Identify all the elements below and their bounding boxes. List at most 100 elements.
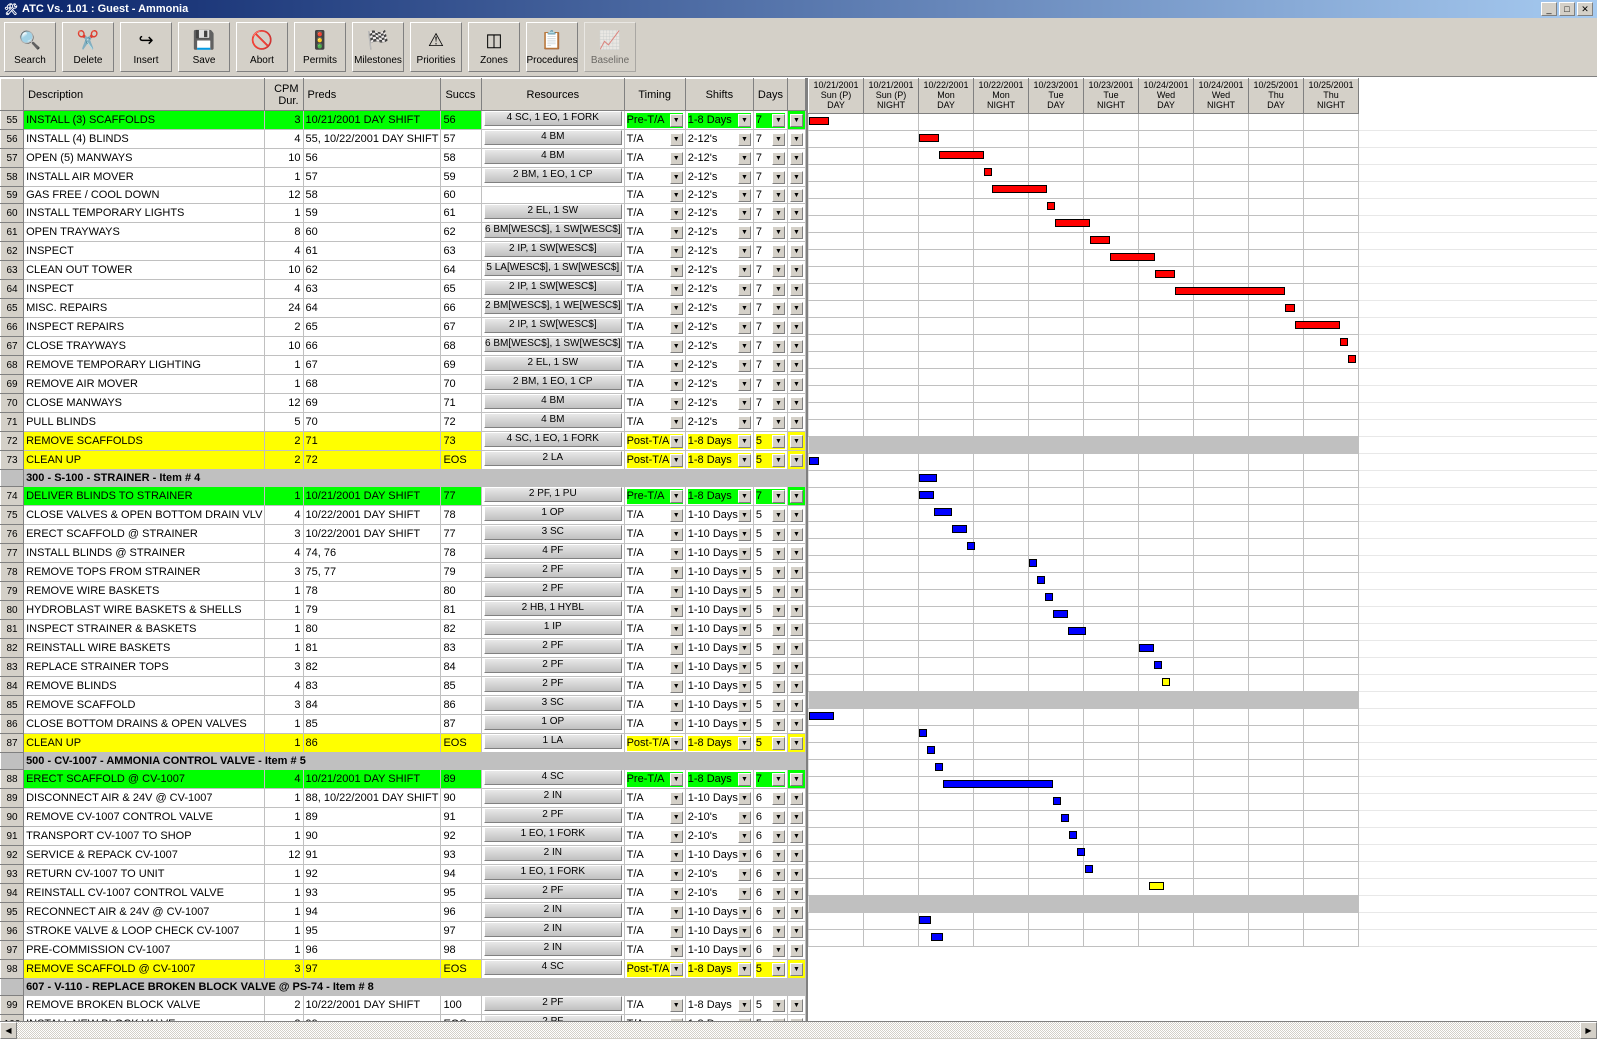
resource-button[interactable]: 1 EO, 1 FORK — [484, 865, 622, 880]
cell-succs[interactable]: 67 — [441, 318, 482, 337]
gantt-bar[interactable] — [919, 134, 939, 142]
cell-preds[interactable]: 10/21/2001 DAY SHIFT — [303, 770, 441, 789]
cell-description[interactable]: OPEN (5) MANWAYS — [24, 149, 265, 168]
cell-description[interactable]: CLOSE BOTTOM DRAINS & OPEN VALVES — [24, 715, 265, 734]
dropdown-arrow-icon[interactable]: ▼ — [670, 661, 683, 674]
cell-description[interactable]: DELIVER BLINDS TO STRAINER — [24, 487, 265, 506]
task-row[interactable]: 61OPEN TRAYWAYS860626 BM[WESC$], 1 SW[WE… — [1, 223, 806, 242]
resource-button[interactable]: 4 BM — [484, 413, 622, 428]
cell-succs[interactable]: 94 — [441, 865, 482, 884]
dropdown-arrow-icon[interactable]: ▼ — [790, 680, 803, 693]
cell-succs[interactable]: 78 — [441, 544, 482, 563]
row-number[interactable]: 96 — [1, 922, 24, 941]
cell-description[interactable]: REMOVE WIRE BASKETS — [24, 582, 265, 601]
cell-resources[interactable]: 4 SC — [482, 770, 625, 789]
cell-preds[interactable]: 90 — [303, 827, 441, 846]
cell-resources[interactable]: 2 PF — [482, 563, 625, 582]
dropdown-arrow-icon[interactable]: ▼ — [790, 207, 803, 220]
row-number[interactable]: 86 — [1, 715, 24, 734]
dropdown-arrow-icon[interactable]: ▼ — [790, 152, 803, 165]
dropdown-arrow-icon[interactable]: ▼ — [772, 585, 785, 598]
dropdown-arrow-icon[interactable]: ▼ — [670, 925, 683, 938]
cell-description[interactable]: REINSTALL WIRE BASKETS — [24, 639, 265, 658]
dropdown-arrow-icon[interactable]: ▼ — [790, 114, 803, 127]
dropdown-arrow-icon[interactable]: ▼ — [738, 999, 751, 1012]
dropdown-arrow-icon[interactable]: ▼ — [772, 792, 785, 805]
cell-succs[interactable]: 73 — [441, 432, 482, 451]
cell-preds[interactable]: 10/22/2001 DAY SHIFT — [303, 525, 441, 544]
row-number[interactable]: 68 — [1, 356, 24, 375]
row-number[interactable]: 71 — [1, 413, 24, 432]
cell-succs[interactable]: 86 — [441, 696, 482, 715]
dropdown-arrow-icon[interactable]: ▼ — [670, 264, 683, 277]
dropdown-arrow-icon[interactable]: ▼ — [790, 887, 803, 900]
task-row[interactable]: 75CLOSE VALVES & OPEN BOTTOM DRAIN VLV41… — [1, 506, 806, 525]
row-number[interactable]: 60 — [1, 204, 24, 223]
dropdown-arrow-icon[interactable]: ▼ — [738, 245, 751, 258]
cell-resources[interactable]: 2 EL, 1 SW — [482, 204, 625, 223]
task-row[interactable]: 64INSPECT463652 IP, 1 SW[WESC$]T/A▼2-12'… — [1, 280, 806, 299]
resource-button[interactable]: 3 SC — [484, 696, 622, 711]
cell-description[interactable]: REMOVE SCAFFOLDS — [24, 432, 265, 451]
task-row[interactable]: 78REMOVE TOPS FROM STRAINER375, 77792 PF… — [1, 563, 806, 582]
cell-preds[interactable]: 75, 77 — [303, 563, 441, 582]
resource-button[interactable]: 2 IN — [484, 789, 622, 804]
cell-succs[interactable]: 77 — [441, 525, 482, 544]
gantt-bar[interactable] — [927, 746, 935, 754]
dropdown-arrow-icon[interactable]: ▼ — [670, 623, 683, 636]
task-row[interactable]: 89DISCONNECT AIR & 24V @ CV-1007188, 10/… — [1, 789, 806, 808]
cell-description[interactable]: GAS FREE / COOL DOWN — [24, 187, 265, 204]
dropdown-arrow-icon[interactable]: ▼ — [790, 604, 803, 617]
dropdown-arrow-icon[interactable]: ▼ — [670, 416, 683, 429]
task-row[interactable]: 95RECONNECT AIR & 24V @ CV-1007194962 IN… — [1, 903, 806, 922]
cell-resources[interactable]: 1 EO, 1 FORK — [482, 865, 625, 884]
row-number[interactable]: 90 — [1, 808, 24, 827]
cell-preds[interactable]: 10/22/2001 DAY SHIFT — [303, 506, 441, 525]
dropdown-arrow-icon[interactable]: ▼ — [790, 737, 803, 750]
cell-description[interactable]: HYDROBLAST WIRE BASKETS & SHELLS — [24, 601, 265, 620]
procedures-button[interactable]: 📋Procedures — [526, 22, 578, 72]
cell-succs[interactable]: 66 — [441, 299, 482, 318]
dropdown-arrow-icon[interactable]: ▼ — [790, 944, 803, 957]
cell-succs[interactable]: 96 — [441, 903, 482, 922]
dropdown-arrow-icon[interactable]: ▼ — [790, 566, 803, 579]
cell-preds[interactable]: 65 — [303, 318, 441, 337]
cell-preds[interactable]: 80 — [303, 620, 441, 639]
cell-preds[interactable]: 69 — [303, 394, 441, 413]
dropdown-arrow-icon[interactable]: ▼ — [790, 264, 803, 277]
task-row[interactable]: 83REPLACE STRAINER TOPS382842 PFT/A▼1-10… — [1, 658, 806, 677]
dropdown-arrow-icon[interactable]: ▼ — [772, 566, 785, 579]
task-row[interactable]: 60INSTALL TEMPORARY LIGHTS159612 EL, 1 S… — [1, 204, 806, 223]
cell-resources[interactable]: 1 EO, 1 FORK — [482, 827, 625, 846]
cell-duration[interactable]: 4 — [265, 770, 303, 789]
gantt-bar[interactable] — [1077, 848, 1085, 856]
dropdown-arrow-icon[interactable]: ▼ — [772, 435, 785, 448]
dropdown-arrow-icon[interactable]: ▼ — [772, 114, 785, 127]
resource-button[interactable]: 4 PF — [484, 544, 622, 559]
dropdown-arrow-icon[interactable]: ▼ — [738, 623, 751, 636]
dropdown-arrow-icon[interactable]: ▼ — [738, 189, 751, 202]
gantt-bar[interactable] — [992, 185, 1047, 193]
row-number[interactable]: 88 — [1, 770, 24, 789]
task-row[interactable]: 90REMOVE CV-1007 CONTROL VALVE189912 PFT… — [1, 808, 806, 827]
cell-preds[interactable]: 79 — [303, 601, 441, 620]
dropdown-arrow-icon[interactable]: ▼ — [790, 397, 803, 410]
cell-description[interactable]: REMOVE BROKEN BLOCK VALVE — [24, 996, 265, 1015]
row-number[interactable]: 64 — [1, 280, 24, 299]
dropdown-arrow-icon[interactable]: ▼ — [670, 944, 683, 957]
row-number[interactable]: 76 — [1, 525, 24, 544]
insert-button[interactable]: ↪Insert — [120, 22, 172, 72]
cell-preds[interactable]: 10/22/2001 DAY SHIFT — [303, 996, 441, 1015]
dropdown-arrow-icon[interactable]: ▼ — [790, 528, 803, 541]
resource-button[interactable]: 1 EO, 1 FORK — [484, 827, 622, 842]
priorities-button[interactable]: ⚠Priorities — [410, 22, 462, 72]
cell-resources[interactable]: 2 IP, 1 SW[WESC$] — [482, 280, 625, 299]
dropdown-arrow-icon[interactable]: ▼ — [772, 737, 785, 750]
cell-preds[interactable]: 91 — [303, 846, 441, 865]
cell-description[interactable]: REMOVE TOPS FROM STRAINER — [24, 563, 265, 582]
cell-preds[interactable]: 94 — [303, 903, 441, 922]
cell-resources[interactable]: 4 BM — [482, 413, 625, 432]
search-button[interactable]: 🔍Search — [4, 22, 56, 72]
cell-resources[interactable]: 2 PF — [482, 996, 625, 1015]
cell-duration[interactable]: 1 — [265, 375, 303, 394]
